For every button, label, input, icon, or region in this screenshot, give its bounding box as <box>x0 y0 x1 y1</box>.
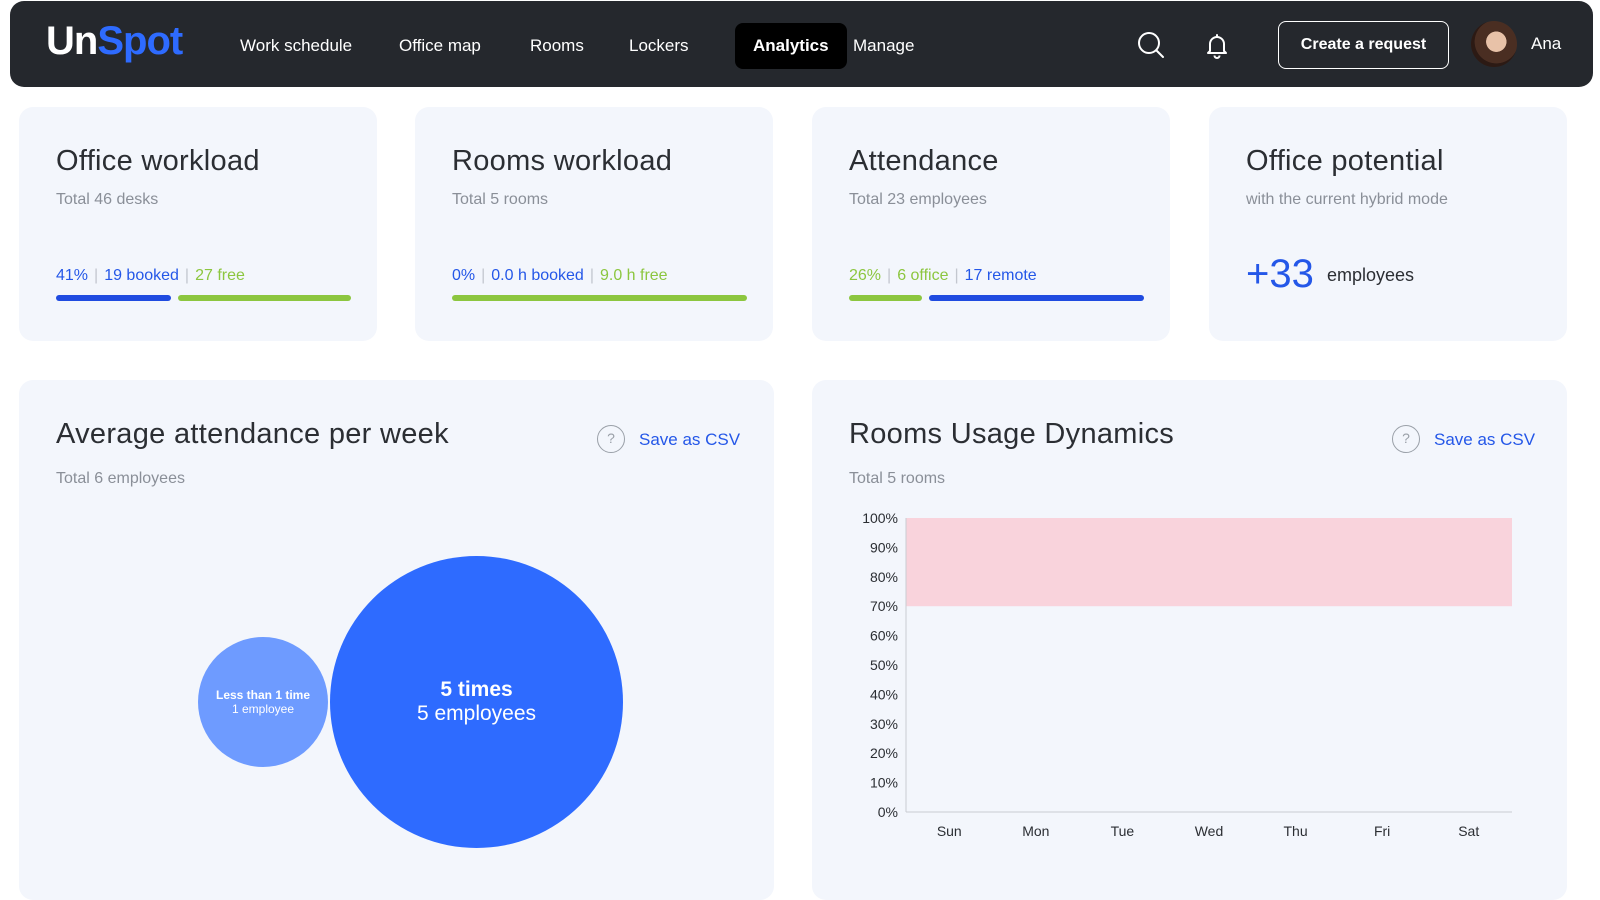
y-tick-label: 70% <box>870 598 898 614</box>
x-tick-label: Tue <box>1111 823 1135 839</box>
workload-stats: 0% | 0.0 h booked | 9.0 h free <box>452 267 668 284</box>
nav-work-schedule[interactable]: Work schedule <box>221 23 371 69</box>
avatar[interactable] <box>1471 21 1517 67</box>
free-value: 27 free <box>195 267 245 284</box>
x-tick-label: Thu <box>1284 823 1308 839</box>
free-bar <box>452 295 747 301</box>
create-request-button[interactable]: Create a request <box>1278 21 1449 69</box>
potential-label: employees <box>1327 265 1415 285</box>
workload-stats: 41% | 19 booked | 27 free <box>56 267 245 284</box>
y-tick-label: 30% <box>870 716 898 732</box>
y-tick-label: 10% <box>870 775 898 791</box>
card-subtitle: Total 46 desks <box>56 191 159 208</box>
attendance-card: Attendance Total 23 employees 26% | 6 offi… <box>812 107 1170 341</box>
bubble-subtitle: 5 employees <box>416 702 537 725</box>
x-tick-label: Fri <box>1374 823 1390 839</box>
percent-value: 26% <box>849 267 882 284</box>
avg-attendance-card: Average attendance per week Total 6 empl… <box>19 380 774 900</box>
office-potential-card: Office potential with the current hybrid… <box>1209 107 1567 341</box>
card-title: Average attendance per week <box>56 418 449 450</box>
bubble-five-times: 5 times 5 employees <box>330 556 623 848</box>
nav-office-map[interactable]: Office map <box>380 23 500 69</box>
help-icon[interactable]: ? <box>597 425 625 453</box>
logo-part-spot: Spot <box>97 19 183 63</box>
y-tick-label: 40% <box>870 686 898 702</box>
office-value: 6 office <box>897 267 949 284</box>
rooms-usage-chart: 0% 10% 20% 30% 40% 50% 60% 70% 80% 90% 100% Sun Mon T… <box>862 510 1512 839</box>
potential-value: +33 <box>1246 252 1314 296</box>
bubble-title: Less than 1 time <box>215 688 311 702</box>
remote-value: 17 remote <box>964 267 1037 284</box>
rooms-workload-card: Rooms workload Total 5 rooms 0% | 0.0 h bo… <box>415 107 773 341</box>
card-title: Office potential <box>1246 145 1444 177</box>
nav-lockers[interactable]: Lockers <box>610 23 708 69</box>
y-tick-label: 0% <box>878 804 898 820</box>
y-tick-label: 80% <box>870 569 898 585</box>
y-tick-label: 20% <box>870 745 898 761</box>
x-tick-label: Wed <box>1195 823 1224 839</box>
remote-bar <box>929 295 1144 301</box>
y-tick-label: 90% <box>870 539 898 555</box>
booked-value: 19 booked <box>104 267 179 284</box>
bubble-less-than-once: Less than 1 time 1 employee <box>198 637 328 767</box>
y-tick-label: 50% <box>870 657 898 673</box>
logo-part-un: Un <box>46 19 98 63</box>
bubble-subtitle: 1 employee <box>231 702 295 716</box>
card-subtitle: Total 5 rooms <box>452 191 549 208</box>
x-tick-label: Sat <box>1458 823 1479 839</box>
threshold-band <box>906 518 1512 607</box>
rooms-usage-card: Rooms Usage Dynamics Total 5 rooms ? Sav… <box>812 380 1567 900</box>
search-icon[interactable] <box>1135 29 1167 61</box>
top-navbar: UnSpot Work schedule Office map Rooms Lo… <box>10 1 1593 87</box>
office-workload-card: Office workload Total 46 desks 41% | 19 bo… <box>19 107 377 341</box>
y-tick-label: 100% <box>862 510 898 526</box>
attendance-stats: 26% | 6 office | 17 remote <box>849 267 1037 284</box>
booked-bar <box>56 295 171 301</box>
free-bar <box>178 295 351 301</box>
unspot-logo[interactable]: UnSpot <box>46 19 183 64</box>
card-subtitle: Total 23 employees <box>849 191 987 208</box>
card-title: Office workload <box>56 145 260 177</box>
bell-icon[interactable] <box>1201 29 1233 61</box>
nav-manage[interactable]: Manage <box>834 23 933 69</box>
x-tick-label: Mon <box>1022 823 1049 839</box>
nav-rooms[interactable]: Rooms <box>511 23 603 69</box>
user-name[interactable]: Ana <box>1531 34 1561 54</box>
booked-value: 0.0 h booked <box>491 267 584 284</box>
card-subtitle: Total 6 employees <box>56 470 185 487</box>
percent-value: 41% <box>56 267 89 284</box>
card-title: Attendance <box>849 145 999 177</box>
card-subtitle: with the current hybrid mode <box>1246 191 1448 208</box>
x-tick-label: Sun <box>937 823 962 839</box>
nav-analytics[interactable]: Analytics <box>735 23 847 69</box>
free-value: 9.0 h free <box>599 267 668 284</box>
y-tick-label: 60% <box>870 628 898 644</box>
percent-value: 0% <box>452 267 476 284</box>
card-title: Rooms workload <box>452 145 673 177</box>
save-csv-link[interactable]: Save as CSV <box>639 430 740 450</box>
bubble-title: 5 times <box>440 678 513 701</box>
office-bar <box>849 295 922 301</box>
